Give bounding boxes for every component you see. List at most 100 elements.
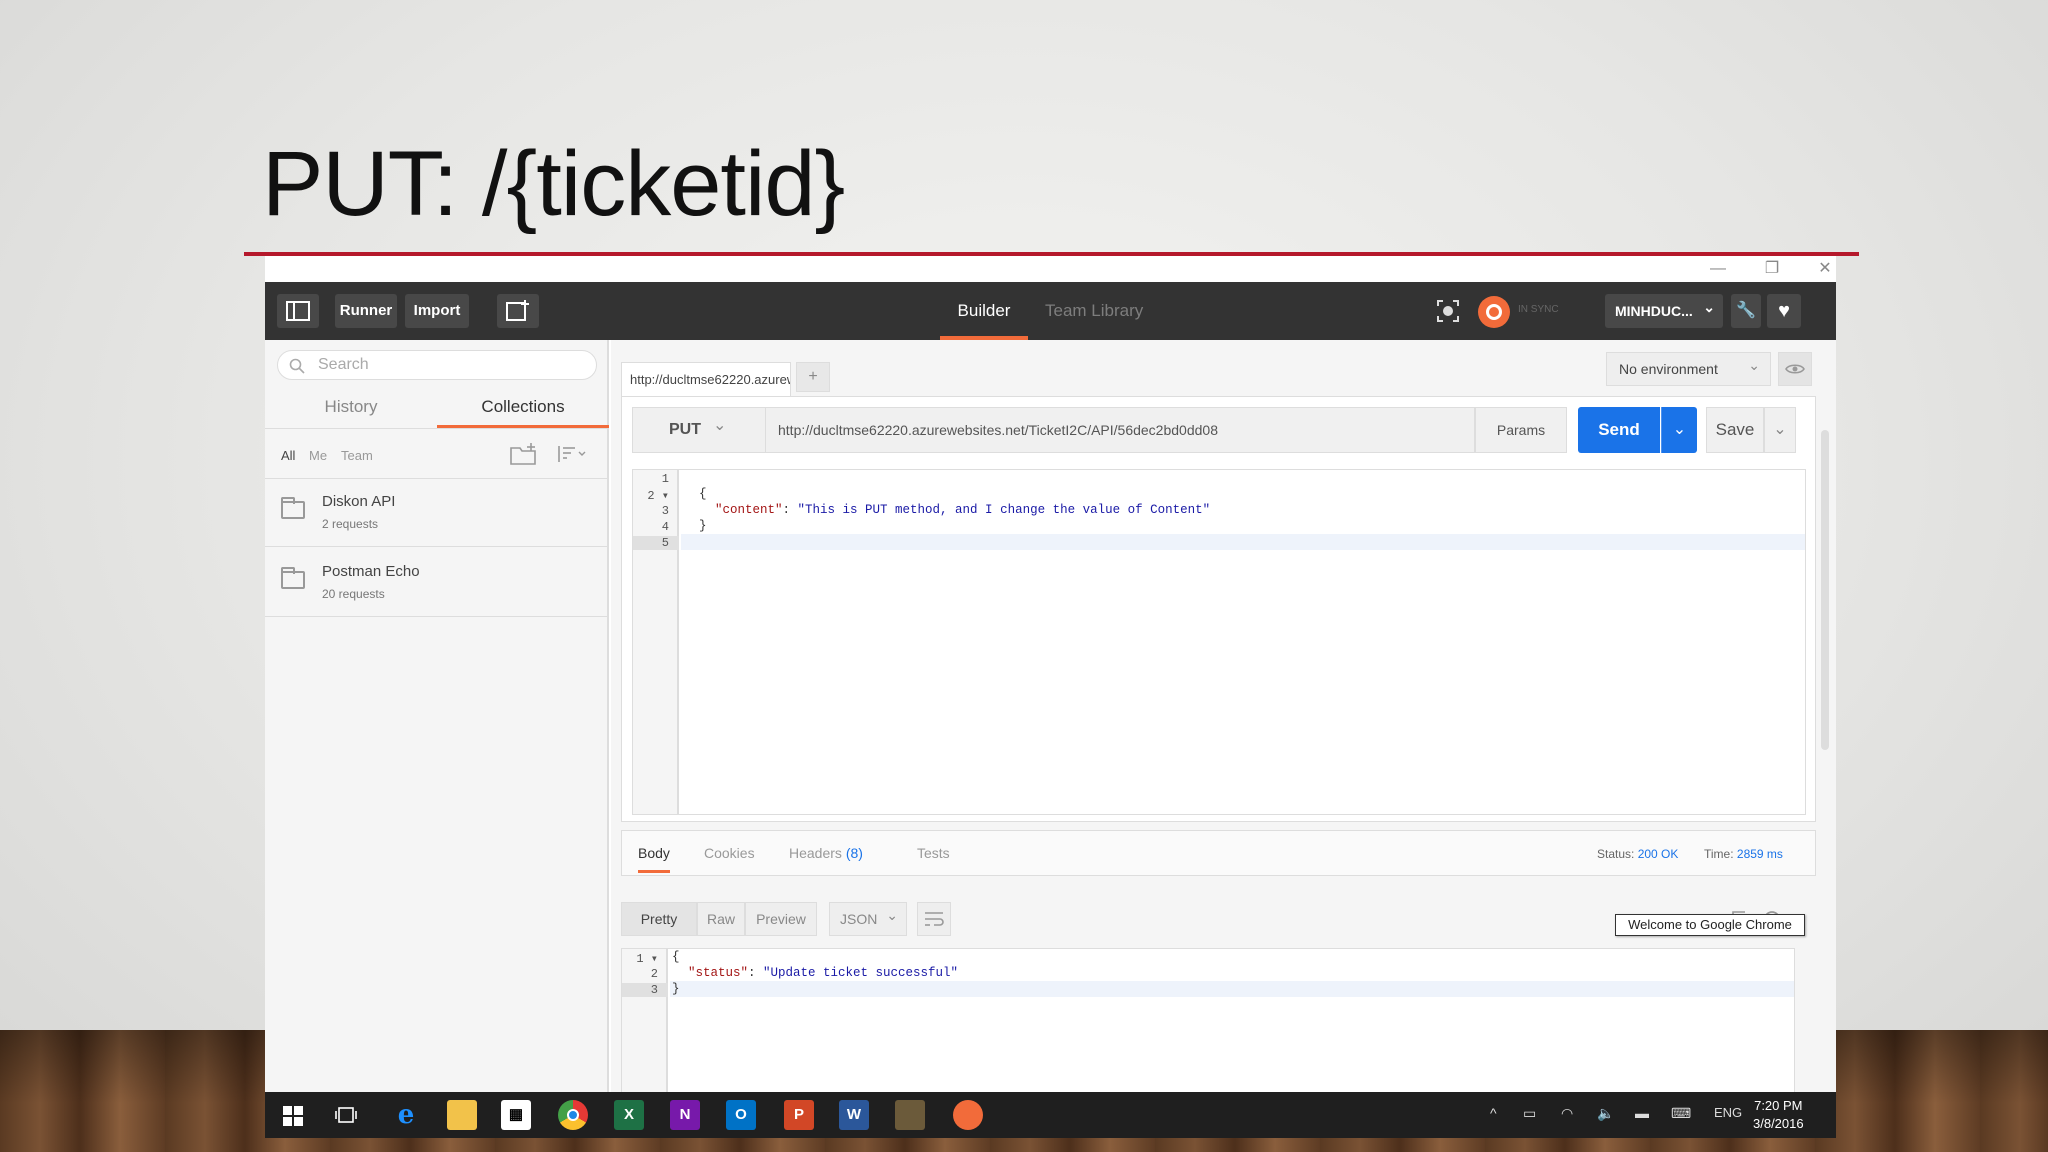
postman-window: — ❐ ✕ Runner Import Builder Team Library… — [265, 256, 1836, 1092]
user-name: MINHDUC... — [1615, 303, 1693, 319]
task-view-icon[interactable] — [335, 1106, 357, 1124]
wifi-icon[interactable]: ◠ — [1561, 1105, 1573, 1122]
wrap-lines-button[interactable] — [917, 902, 951, 936]
filter-all[interactable]: All — [281, 448, 295, 463]
tab-body[interactable]: Body — [638, 845, 670, 873]
word-icon[interactable]: W — [839, 1100, 869, 1130]
chevron-down-icon: ⌄ — [886, 907, 898, 923]
time-indicator: Time: 2859 ms — [1704, 847, 1783, 861]
send-button[interactable]: Send — [1578, 407, 1660, 453]
chevron-up-icon[interactable]: ^ — [1490, 1105, 1497, 1121]
sidebar-toggle-icon — [286, 301, 310, 321]
clock[interactable]: 7:20 PM 3/8/2016 — [1753, 1097, 1804, 1133]
store-icon[interactable]: ▦ — [501, 1100, 531, 1130]
sync-icon[interactable] — [1478, 296, 1510, 328]
environment-select[interactable]: No environment ⌄ — [1606, 352, 1771, 386]
raw-button[interactable]: Raw — [697, 902, 745, 936]
runner-button[interactable]: Runner — [335, 294, 397, 328]
tab-cookies[interactable]: Cookies — [704, 845, 755, 861]
top-toolbar: Runner Import Builder Team Library IN SY… — [265, 282, 1836, 340]
save-dropdown-button[interactable]: ⌄ — [1764, 407, 1796, 453]
user-menu-button[interactable]: MINHDUC... ⌄ — [1605, 294, 1723, 328]
new-collection-icon[interactable] — [509, 442, 539, 466]
collection-name: Diskon API — [322, 493, 396, 510]
postman-icon[interactable] — [953, 1100, 983, 1130]
tab-headers[interactable]: Headers (8) — [789, 845, 863, 861]
notification-icon[interactable]: ▬ — [1635, 1105, 1649, 1121]
restore-button[interactable]: ❐ — [1752, 258, 1792, 280]
add-tab-button[interactable]: + — [796, 362, 830, 392]
code-line: "content": "This is PUT method, and I ch… — [715, 503, 1210, 517]
powerpoint-icon[interactable]: P — [784, 1100, 814, 1130]
send-dropdown-button[interactable]: ⌄ — [1661, 407, 1697, 453]
tab-team-library[interactable]: Team Library — [1045, 282, 1143, 340]
battery-icon[interactable]: ▭ — [1523, 1105, 1536, 1122]
scrollbar[interactable] — [1821, 430, 1829, 750]
headers-label: Headers — [789, 845, 842, 861]
onenote-icon[interactable]: N — [670, 1100, 700, 1130]
json-key: "status" — [688, 966, 749, 980]
wrench-icon: 🔧 — [1736, 302, 1756, 319]
search-input[interactable]: Search — [277, 350, 597, 380]
tab-collections[interactable]: Collections — [437, 392, 609, 428]
tab-history[interactable]: History — [265, 392, 437, 428]
heart-button[interactable]: ♥ — [1767, 294, 1801, 328]
volume-icon[interactable]: 🔈 — [1597, 1105, 1614, 1122]
line-number: 2 ▾ — [647, 489, 669, 503]
pretty-button[interactable]: Pretty — [621, 902, 697, 936]
import-button[interactable]: Import — [405, 294, 469, 328]
interceptor-icon[interactable] — [1435, 298, 1461, 324]
excel-icon[interactable]: X — [614, 1100, 644, 1130]
json-key: "content" — [715, 503, 783, 517]
chevron-down-icon: ⌄ — [1748, 357, 1760, 373]
file-explorer-icon[interactable] — [447, 1100, 477, 1130]
slide-title: PUT: /{ticketid} — [262, 133, 845, 235]
sidebar-toggle-button[interactable] — [277, 294, 319, 328]
language-indicator[interactable]: ENG — [1714, 1105, 1742, 1120]
line-gutter: 1 ▾ 2 3 — [622, 949, 668, 1092]
active-line-highlight — [670, 981, 1794, 997]
active-line-highlight — [681, 534, 1805, 550]
collection-item[interactable]: Postman Echo 20 requests — [265, 549, 607, 617]
search-icon — [289, 358, 305, 374]
status-label: Status: — [1597, 847, 1635, 861]
method-select[interactable]: PUT ⌄ — [632, 407, 766, 453]
chrome-tooltip: Welcome to Google Chrome — [1615, 914, 1805, 936]
minimize-button[interactable]: — — [1698, 258, 1738, 280]
filter-me[interactable]: Me — [309, 448, 327, 463]
request-body-editor[interactable]: 1 2 ▾ 3 4 5 { "content": "This is PUT me… — [632, 469, 1806, 815]
filter-team[interactable]: Team — [341, 448, 373, 463]
sort-icon[interactable] — [555, 444, 587, 464]
params-button[interactable]: Params — [1475, 407, 1567, 453]
app-icon[interactable] — [895, 1100, 925, 1130]
collection-name: Postman Echo — [322, 563, 420, 580]
code-line: { — [699, 487, 707, 501]
edge-icon[interactable]: e — [391, 1100, 421, 1130]
format-select[interactable]: JSON ⌄ — [829, 902, 907, 936]
outlook-icon[interactable]: O — [726, 1100, 756, 1130]
headers-count: (8) — [845, 845, 863, 861]
new-tab-button[interactable] — [497, 294, 539, 328]
environment-value: No environment — [1619, 361, 1718, 377]
request-tab[interactable]: http://ducltmse62220.azurewebsites — [621, 362, 791, 396]
collection-item[interactable]: Diskon API 2 requests — [265, 479, 607, 547]
keyboard-icon[interactable]: ⌨ — [1671, 1105, 1691, 1122]
tab-builder[interactable]: Builder — [940, 282, 1028, 340]
json-value: "This is PUT method, and I change the va… — [797, 503, 1211, 517]
clock-time: 7:20 PM — [1754, 1098, 1803, 1113]
divider — [265, 428, 607, 429]
response-tabs-bar: Body Cookies Headers (8) Tests Status: 2… — [621, 830, 1816, 876]
response-body-viewer[interactable]: 1 ▾ 2 3 { "status": "Update ticket succe… — [621, 948, 1795, 1092]
url-input[interactable]: http://ducltmse62220.azurewebsites.net/T… — [765, 407, 1475, 453]
environment-quicklook-button[interactable] — [1778, 352, 1812, 386]
close-button[interactable]: ✕ — [1805, 258, 1836, 280]
chrome-icon[interactable] — [558, 1100, 588, 1130]
method-value: PUT — [669, 421, 701, 438]
preview-button[interactable]: Preview — [745, 902, 817, 936]
chevron-down-icon: ⌄ — [713, 417, 727, 434]
tab-tests[interactable]: Tests — [917, 845, 950, 861]
settings-wrench-button[interactable]: 🔧 — [1731, 294, 1761, 328]
line-number: 3 — [661, 504, 669, 518]
windows-start-icon[interactable] — [283, 1106, 303, 1126]
save-button[interactable]: Save — [1706, 407, 1764, 453]
